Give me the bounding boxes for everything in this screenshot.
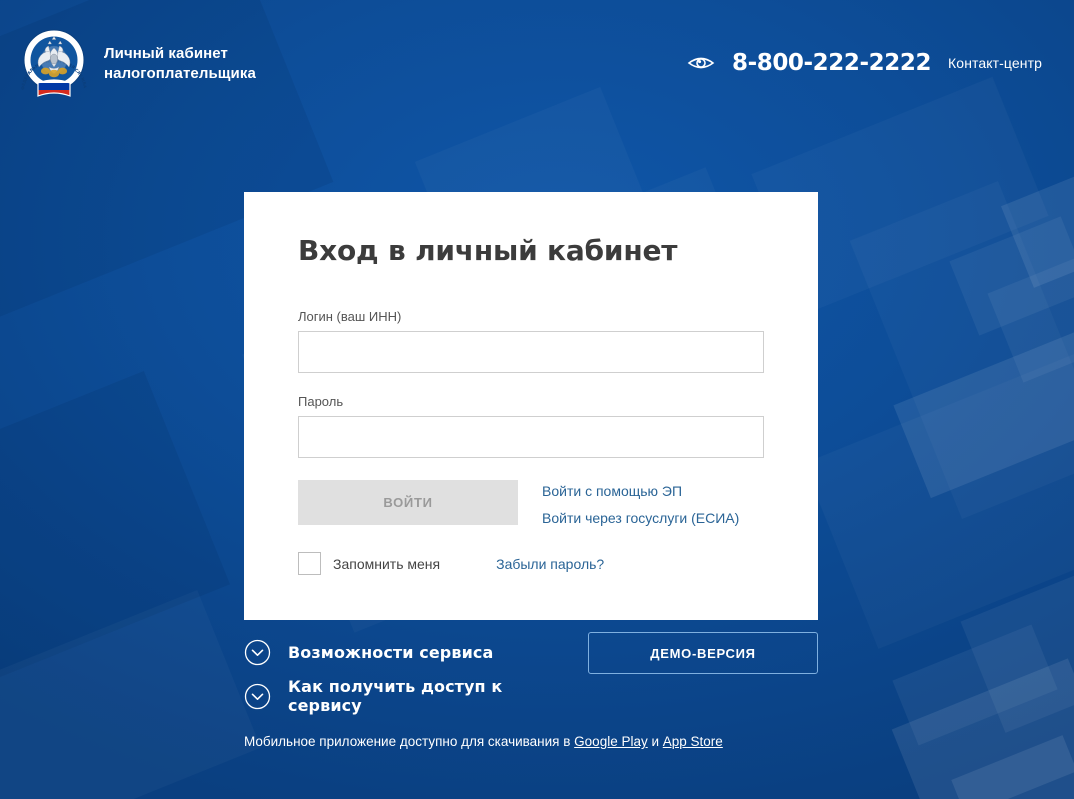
login-input[interactable] (298, 331, 764, 373)
remember-me-label: Запомнить меня (333, 555, 441, 572)
app-store-link[interactable]: App Store (663, 734, 723, 749)
login-label: Логин (ваш ИНН) (298, 309, 402, 324)
mobile-app-note-conjunction: и (647, 734, 663, 749)
card-bottom-row: Запомнить меня Забыли пароль? (298, 552, 764, 575)
below-card-section: Возможности сервиса Как получить доступ … (244, 630, 1074, 749)
contact-center-link[interactable]: Контакт-центр (948, 55, 1042, 71)
chevron-down-icon (244, 639, 271, 666)
chevron-down-icon (244, 683, 271, 710)
bg-shape (803, 351, 1074, 649)
mobile-app-note: Мобильное приложение доступно для скачив… (244, 734, 1074, 749)
accordion-service-features[interactable]: Возможности сервиса (244, 630, 574, 674)
brand[interactable]: ФЕДЕРАЛЬНАЯ НАЛОГОВАЯ СЛУЖБА (18, 26, 256, 102)
brand-title: Личный кабинет налогоплательщика (104, 45, 256, 82)
bg-shape (850, 181, 1074, 519)
action-row: Войти Войти с помощью ЭП Войти через гос… (298, 480, 764, 526)
bg-shape (0, 590, 261, 799)
page-header: ФЕДЕРАЛЬНАЯ НАЛОГОВАЯ СЛУЖБА (0, 0, 1074, 134)
password-label: Пароль (298, 394, 344, 409)
forgot-password-link[interactable]: Забыли пароль? (496, 556, 604, 572)
login-with-esia-link[interactable]: Войти через госуслуги (ЕСИА) (542, 510, 739, 526)
accordion-how-to-get-access[interactable]: Как получить доступ к сервису (244, 674, 574, 718)
bg-shape (1000, 150, 1074, 288)
bg-shape (893, 331, 1074, 499)
remember-me-control[interactable]: Запомнить меня (298, 552, 440, 575)
login-field-group: Логин (ваш ИНН) (298, 309, 764, 373)
mobile-app-note-prefix: Мобильное приложение доступно для скачив… (244, 734, 575, 749)
password-input[interactable] (298, 416, 764, 458)
accordion-how-to-get-access-label: Как получить доступ к сервису (288, 677, 503, 715)
accordion-service-features-label: Возможности сервиса (288, 642, 494, 662)
login-submit-button[interactable]: Войти (298, 480, 518, 525)
bg-shape (0, 370, 230, 720)
accordion-area: Возможности сервиса Как получить доступ … (244, 630, 1074, 718)
eye-icon[interactable] (687, 53, 715, 73)
google-play-link[interactable]: Google Play (574, 734, 648, 749)
bg-shape (987, 237, 1074, 383)
header-right-group: 8-800-222-2222 Контакт-центр (687, 26, 1042, 76)
bg-shape (949, 216, 1074, 336)
contact-phone[interactable]: 8-800-222-2222 (732, 50, 931, 76)
remember-me-checkbox[interactable] (298, 552, 321, 575)
demo-version-button[interactable]: ДЕМО-ВЕРСИЯ (588, 632, 818, 674)
login-with-eds-link[interactable]: Войти с помощью ЭП (542, 483, 739, 499)
fns-emblem-icon: ФЕДЕРАЛЬНАЯ НАЛОГОВАЯ СЛУЖБА (18, 26, 90, 102)
password-field-group: Пароль (298, 394, 764, 458)
login-page: ФЕДЕРАЛЬНАЯ НАЛОГОВАЯ СЛУЖБА (0, 0, 1074, 799)
page-title: Вход в личный кабинет (298, 234, 678, 267)
alternative-login-links: Войти с помощью ЭП Войти через госуслуги… (542, 480, 739, 526)
login-card: Вход в личный кабинет Логин (ваш ИНН) Па… (244, 192, 818, 620)
